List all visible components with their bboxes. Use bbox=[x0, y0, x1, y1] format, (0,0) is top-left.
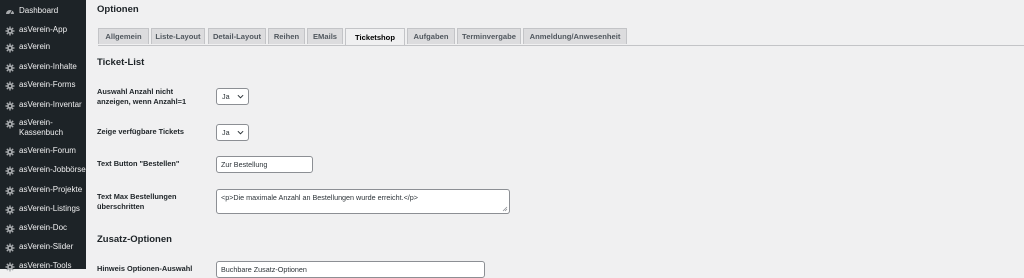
sidebar-item-asverein-app[interactable]: asVerein-App bbox=[0, 25, 67, 36]
sidebar-item-asverein-slider[interactable]: asVerein-Slider bbox=[0, 242, 73, 253]
gear-icon bbox=[4, 204, 15, 215]
label-text-max: Text Max Bestellungen überschritten bbox=[97, 192, 177, 211]
gear-icon bbox=[4, 223, 15, 234]
sidebar-item-label: asVerein-Forms bbox=[19, 80, 76, 89]
tab-terminvergabe[interactable]: Terminvergabe bbox=[457, 28, 521, 44]
sidebar-item-asverein-inhalte[interactable]: asVerein-Inhalte bbox=[0, 62, 77, 73]
sidebar-item-label: asVerein-Jobbörse bbox=[19, 165, 86, 174]
sidebar-item-asverein-inventar[interactable]: asVerein-Inventar bbox=[0, 100, 82, 111]
gear-icon bbox=[4, 42, 15, 53]
sidebar-item-asverein-listings[interactable]: asVerein-Listings bbox=[0, 204, 80, 215]
tab-reihen[interactable]: Reihen bbox=[268, 28, 305, 44]
sidebar-item-label: asVerein-App bbox=[19, 25, 68, 34]
gear-icon bbox=[4, 185, 15, 196]
main-content: Optionen Allgemein Liste-Layout Detail-Lay… bbox=[86, 0, 1024, 278]
sidebar-item-label: asVerein- Kassenbuch bbox=[19, 118, 64, 137]
sidebar-item-dashboard[interactable]: Dashboard bbox=[0, 6, 58, 17]
gear-icon bbox=[4, 165, 15, 176]
gear-icon bbox=[4, 242, 15, 253]
sidebar-item-label: asVerein-Listings bbox=[19, 204, 80, 213]
label-zusatz-hinweis: Hinweis Optionen-Auswahl bbox=[97, 264, 193, 273]
sidebar-item-label: asVerein-Slider bbox=[19, 242, 74, 251]
sidebar-item-label: asVerein bbox=[19, 42, 51, 51]
gear-icon bbox=[4, 25, 15, 36]
section-title-zusatz-optionen: Zusatz-Optionen bbox=[97, 234, 172, 245]
sidebar-item-asverein-forms[interactable]: asVerein-Forms bbox=[0, 80, 75, 91]
sidebar-item-label: asVerein-Tools bbox=[19, 261, 72, 270]
gear-icon bbox=[4, 118, 15, 129]
sidebar-item-label: Dashboard bbox=[19, 6, 59, 15]
sidebar-item-asverein-forum[interactable]: asVerein-Forum bbox=[0, 146, 76, 157]
gear-icon bbox=[4, 261, 15, 272]
gear-icon bbox=[4, 62, 15, 73]
tab-aufgaben[interactable]: Aufgaben bbox=[407, 28, 455, 44]
tab-allgemein[interactable]: Allgemein bbox=[98, 28, 149, 44]
chevron-down-icon bbox=[237, 94, 244, 99]
sidebar-item-asverein-projekte[interactable]: asVerein-Projekte bbox=[0, 185, 82, 196]
section-title-ticket-list: Ticket-List bbox=[97, 57, 145, 68]
textarea-text-max[interactable]: <p>Die maximale Anzahl an Bestellungen w… bbox=[216, 189, 510, 214]
options-tab-bar: Allgemein Liste-Layout Detail-Layout Reihen… bbox=[98, 28, 1024, 46]
input-zusatz-hinweis[interactable]: Buchbare Zusatz-Optionen bbox=[216, 261, 485, 278]
select-auswahl-anzahl[interactable]: Ja bbox=[216, 88, 249, 105]
select-zeige-tickets-value: Ja bbox=[222, 128, 230, 137]
admin-sidebar: Dashboard asVerein-App asVerein asVerein-In… bbox=[0, 0, 86, 272]
gear-icon bbox=[4, 80, 15, 91]
textarea-text-max-value: <p>Die maximale Anzahl an Bestellungen w… bbox=[221, 193, 418, 202]
sidebar-item-label: asVerein-Inhalte bbox=[19, 62, 77, 71]
tab-anmeldung-anwesenheit[interactable]: Anmeldung/Anwesenheit bbox=[523, 28, 627, 44]
dashboard-icon bbox=[4, 6, 15, 17]
tab-detail-layout[interactable]: Detail-Layout bbox=[208, 28, 266, 44]
gear-icon bbox=[4, 100, 15, 111]
sidebar-item-asverein-kassenbuch[interactable]: asVerein- Kassenbuch bbox=[0, 118, 63, 138]
label-auswahl-anzahl: Auswahl Anzahl nicht anzeigen, wenn Anza… bbox=[97, 87, 187, 106]
tab-emails[interactable]: EMails bbox=[307, 28, 343, 44]
resize-grip-icon[interactable] bbox=[502, 206, 508, 212]
page-title: Optionen bbox=[97, 4, 139, 15]
gear-icon bbox=[4, 146, 15, 157]
sidebar-item-asverein[interactable]: asVerein bbox=[0, 42, 50, 53]
sidebar-item-asverein-jobb-rse[interactable]: asVerein-Jobbörse bbox=[0, 165, 86, 176]
sidebar-item-asverein-doc[interactable]: asVerein-Doc bbox=[0, 223, 67, 234]
sidebar-item-label: asVerein-Inventar bbox=[19, 100, 82, 109]
tab-ticketshop[interactable]: Ticketshop bbox=[345, 28, 405, 45]
tab-liste-layout[interactable]: Liste-Layout bbox=[151, 28, 205, 44]
label-zeige-tickets: Zeige verfügbare Tickets bbox=[97, 127, 184, 136]
select-zeige-tickets[interactable]: Ja bbox=[216, 124, 249, 141]
sidebar-item-label: asVerein-Doc bbox=[19, 223, 68, 232]
sidebar-item-label: asVerein-Projekte bbox=[19, 185, 83, 194]
label-text-button: Text Button "Bestellen" bbox=[97, 159, 180, 168]
sidebar-item-asverein-tools[interactable]: asVerein-Tools bbox=[0, 261, 71, 272]
chevron-down-icon bbox=[237, 130, 244, 135]
input-text-button[interactable]: Zur Bestellung bbox=[216, 156, 313, 173]
select-auswahl-anzahl-value: Ja bbox=[222, 92, 230, 101]
sidebar-item-label: asVerein-Forum bbox=[19, 146, 76, 155]
